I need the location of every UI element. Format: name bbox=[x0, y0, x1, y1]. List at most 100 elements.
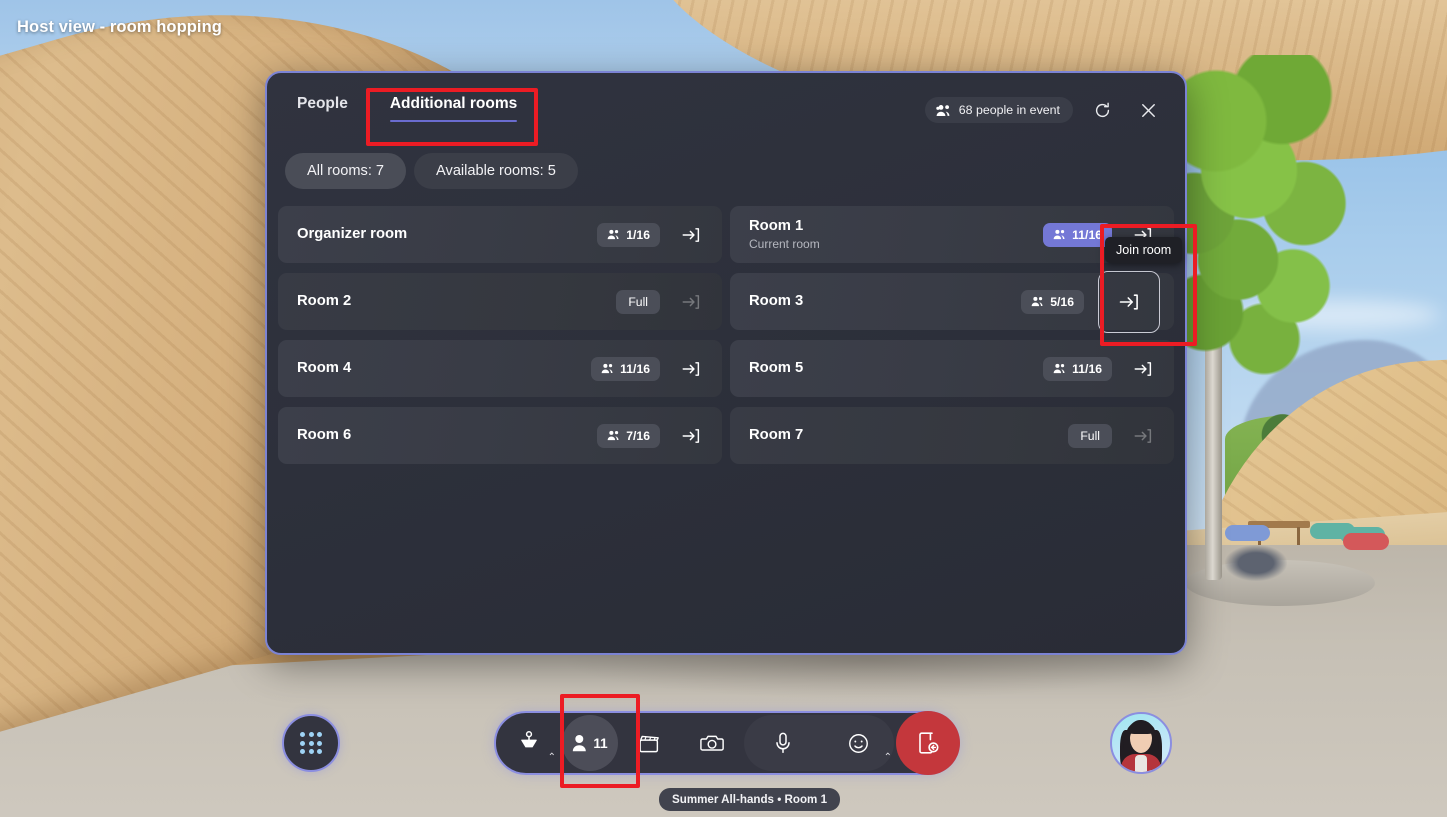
room-capacity-label: 5/16 bbox=[1050, 294, 1074, 309]
apps-grid-button[interactable] bbox=[282, 714, 340, 772]
people-group-icon bbox=[1031, 296, 1044, 307]
filter-all-rooms[interactable]: All rooms: 7 bbox=[285, 153, 407, 189]
room-capacity-badge: 11/16 bbox=[1043, 356, 1112, 381]
room-capacity-badge-current: 11/16 bbox=[1043, 222, 1112, 247]
close-icon bbox=[1139, 101, 1158, 120]
people-in-event-label: 68 people in event bbox=[958, 103, 1060, 117]
leave-button[interactable] bbox=[896, 711, 960, 775]
refresh-icon bbox=[1093, 101, 1112, 120]
tab-additional-rooms[interactable]: Additional rooms bbox=[389, 95, 538, 125]
room-filters: All rooms: 7 Available rooms: 5 bbox=[267, 147, 1185, 189]
avatar-appearance-button[interactable]: ⌃ bbox=[496, 715, 562, 771]
room-name: Room 6 bbox=[297, 426, 352, 443]
self-avatar-button[interactable] bbox=[1110, 712, 1172, 774]
camera-button[interactable] bbox=[680, 715, 744, 771]
room-info: Room 3 bbox=[749, 293, 1021, 310]
room-capacity-label: 11/16 bbox=[620, 361, 650, 376]
room-capacity-badge: 11/16 bbox=[591, 356, 660, 381]
reactions-button[interactable]: ⌃ bbox=[822, 715, 894, 771]
filter-all-rooms-label: All rooms: 7 bbox=[307, 163, 385, 179]
room-capacity-badge: 5/16 bbox=[1021, 289, 1084, 314]
room-full-badge: Full bbox=[1068, 423, 1112, 448]
join-room-button-disabled bbox=[674, 285, 708, 319]
room-capacity-label: Full bbox=[1080, 428, 1100, 443]
room-info: Room 4 bbox=[297, 360, 591, 377]
floor-cushion-red bbox=[1343, 533, 1389, 550]
current-meeting-room-label: Summer All-hands • Room 1 bbox=[659, 788, 841, 811]
room-name: Organizer room bbox=[297, 225, 408, 242]
grid-dots-icon bbox=[300, 732, 322, 754]
join-room-button[interactable] bbox=[674, 218, 708, 252]
room-capacity-label: 11/16 bbox=[1072, 361, 1102, 376]
room-info: Organizer room bbox=[297, 226, 597, 243]
join-room-button-disabled bbox=[1126, 419, 1160, 453]
panel-header: People Additional rooms 68 people in eve… bbox=[267, 73, 1185, 147]
room-capacity-label: Full bbox=[628, 294, 648, 309]
people-button[interactable]: 11 bbox=[562, 715, 618, 771]
table-row[interactable]: Room 4 11/16 bbox=[278, 340, 722, 397]
camera-icon bbox=[699, 732, 725, 754]
room-full-badge: Full bbox=[616, 289, 660, 314]
additional-rooms-panel: People Additional rooms 68 people in eve… bbox=[265, 71, 1187, 655]
people-count-label: 11 bbox=[593, 735, 608, 751]
table-row[interactable]: Room 7 Full bbox=[730, 407, 1174, 464]
table-row[interactable]: Room 3 5/16 bbox=[730, 270, 1174, 333]
room-capacity-label: 11/16 bbox=[1072, 227, 1102, 242]
microphone-icon bbox=[773, 731, 793, 755]
table-row[interactable]: Room 2 Full bbox=[278, 273, 722, 330]
table-row[interactable]: Room 6 7/16 bbox=[278, 407, 722, 464]
join-room-icon bbox=[681, 225, 701, 245]
room-capacity-label: 1/16 bbox=[626, 227, 650, 242]
tab-people-label: People bbox=[297, 95, 348, 112]
chevron-up-icon: ⌃ bbox=[883, 752, 892, 763]
chevron-up-icon: ⌃ bbox=[547, 752, 556, 763]
person-icon bbox=[572, 734, 590, 753]
people-group-icon bbox=[607, 229, 620, 240]
room-name: Room 4 bbox=[297, 359, 352, 376]
table-row[interactable]: Room 5 11/16 bbox=[730, 340, 1174, 397]
people-group-icon bbox=[601, 363, 614, 374]
join-room-icon bbox=[1133, 359, 1153, 379]
join-room-icon bbox=[681, 359, 701, 379]
emoji-smiley-icon bbox=[847, 732, 870, 755]
join-room-icon bbox=[681, 426, 701, 446]
microphone-button[interactable] bbox=[744, 715, 822, 771]
people-group-icon bbox=[1053, 363, 1066, 374]
filter-available-rooms[interactable]: Available rooms: 5 bbox=[414, 153, 578, 189]
join-room-button-focused[interactable] bbox=[1098, 270, 1160, 333]
room-name: Room 1 bbox=[749, 217, 804, 234]
people-group-icon bbox=[607, 430, 620, 441]
close-button[interactable] bbox=[1131, 93, 1165, 127]
join-room-button[interactable] bbox=[674, 419, 708, 453]
people-in-event-chip: 68 people in event bbox=[924, 97, 1073, 123]
room-capacity-label: 7/16 bbox=[626, 428, 650, 443]
people-group-icon bbox=[936, 104, 951, 117]
people-group-icon bbox=[1053, 229, 1066, 240]
room-info: Room 7 bbox=[749, 427, 1068, 444]
room-name: Room 7 bbox=[749, 426, 804, 443]
panel-header-actions: 68 people in event bbox=[924, 93, 1165, 127]
rooms-list: Organizer room 1/16 Room 1 Current room … bbox=[267, 189, 1185, 464]
effects-button[interactable] bbox=[618, 715, 680, 771]
join-room-icon bbox=[1133, 426, 1153, 446]
room-name: Room 3 bbox=[749, 292, 804, 309]
room-info: Room 2 bbox=[297, 293, 616, 310]
room-capacity-badge: 7/16 bbox=[597, 423, 660, 448]
table-row[interactable]: Organizer room 1/16 bbox=[278, 206, 722, 263]
room-capacity-badge: 1/16 bbox=[597, 222, 660, 247]
room-name: Room 5 bbox=[749, 359, 804, 376]
tab-people[interactable]: People bbox=[297, 95, 390, 125]
floor-cushion-blue bbox=[1225, 525, 1270, 541]
join-room-button[interactable] bbox=[1126, 352, 1160, 386]
join-room-icon bbox=[681, 292, 701, 312]
join-room-button[interactable] bbox=[674, 352, 708, 386]
room-name: Room 2 bbox=[297, 292, 352, 309]
mic-reactions-group: ⌃ bbox=[744, 715, 894, 771]
room-info: Room 1 Current room bbox=[749, 218, 1043, 251]
bush bbox=[1225, 545, 1287, 581]
refresh-button[interactable] bbox=[1085, 93, 1119, 127]
avatar-stand-icon bbox=[517, 730, 541, 756]
room-status-label: Current room bbox=[749, 237, 820, 252]
page-title: Host view - room hopping bbox=[17, 18, 222, 36]
join-room-icon bbox=[1118, 291, 1140, 313]
